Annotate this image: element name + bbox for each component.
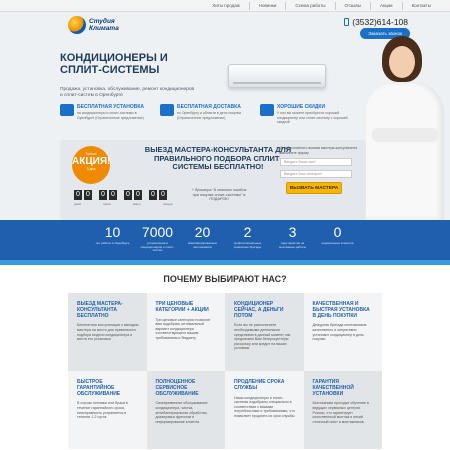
hero-section: Студия Климата (3532)614-108 Заказать зв… [0,12,450,220]
phone-field[interactable]: Введите Ваш телефон* [280,170,352,178]
section-title: ПОЧЕМУ ВЫБИРАЮТ НАС? [163,274,287,284]
bonus-text: + брошюра "8 опасных ошибок при покупке … [191,188,247,201]
reason-card: КАЧЕСТВЕННАЯ И БЫСТРАЯ УСТАНОВКА В ДЕНЬ … [303,293,382,371]
logo[interactable]: Студия Климата [68,16,119,34]
percent-icon [260,104,274,116]
logo-text: Студия Климата [89,18,119,32]
nav-link-contacts[interactable]: Контакты [403,2,440,10]
nav-link-promotions[interactable]: Акции [371,1,403,10]
stats-divider [0,260,450,265]
reason-card: ПОЛНОЦЕННОЕ СЕРВИСНОЕ ОБСЛУЖИВАНИЕ Своевр… [146,371,225,449]
stat-item: 0 недовольных клиентов [321,224,354,245]
callback-form: Для бесплатного вызова мастера-консульта… [280,146,362,194]
drill-icon [60,104,74,116]
logo-icon [68,16,86,34]
features-row: БЕСПЛАТНАЯ УСТАНОВКА на кондиционеры и с… [60,104,352,125]
consultant-photo [360,32,450,220]
reason-card: ТРИ ЦЕНОВЫЕ КАТЕГОРИИ + АКЦИИ Три ценовые… [146,293,225,371]
phone-number[interactable]: (3532)614-108 [352,17,408,27]
countdown-timer: 0 0 0 0 0 0 0 0 [74,190,167,200]
offer-title: ВЫЕЗД МАСТЕРА-КОНСУЛЬТАНТА ДЛЯ ПРАВИЛЬНО… [144,145,292,171]
stat-item: 3 года гарантии на монтажные работы [279,224,306,249]
nav-link-bestsellers[interactable]: Хиты продаж [203,1,250,10]
reason-card: ПРОДЛЕНИЕ СРОКА СЛУЖБЫ Наши кондиционеры … [225,371,304,449]
stat-item: 7000 установленных кондиционеров и сплит-… [140,224,175,253]
nav-link-workflow[interactable]: Схема работы [286,1,336,10]
offer-panel: Только АКЦИЯ! 3 дня ВЫЕЗД МАСТЕРА-КОНСУЛ… [60,140,366,220]
name-field[interactable]: Введите Ваше имя* [280,158,352,166]
feature-free-installation: БЕСПЛАТНАЯ УСТАНОВКА на кондиционеры и с… [60,104,152,125]
timer-labels: дней часов минут секунд [74,202,173,206]
nav-link-reviews[interactable]: Отзывы [336,1,371,10]
air-conditioner-image [228,64,326,88]
reasons-grid: ВЫЕЗД МАСТЕРА-КОНСУЛЬТАНТА БЕСПЛАТНО Бесп… [68,293,382,449]
call-master-button[interactable]: ВЫЗВАТЬ МАСТЕРА [286,182,342,194]
phone-icon [344,18,350,26]
form-hint: Для бесплатного вызова мастера-консульта… [280,146,358,155]
stat-item: 20 квалифицированных монтажников [187,224,218,249]
stat-item: 2 профессиональные сервисные бригады [233,224,262,249]
ac-vent [233,82,321,84]
stat-item: 10 лет работы в Оренбурге [95,224,130,245]
reason-card: ГАРАНТИЯ КАЧЕСТВЕННОЙ УСТАНОВКИ Монтажник… [303,371,382,449]
truck-icon [160,104,174,116]
promo-badge: Только АКЦИЯ! 3 дня [72,146,110,184]
feature-discounts: ХОРОШИЕ СКИДКИ У нас вы можете приобрест… [260,104,352,125]
feature-free-delivery: БЕСПЛАТНАЯ ДОСТАВКА по Оренбургу и облас… [160,104,252,125]
top-navigation: Хиты продаж Новинки Схема работы Отзывы … [0,0,450,12]
page-subtitle: Продажа, установка, обслуживание, ремонт… [60,87,195,98]
reason-card: КОНДИЦИОНЕР СЕЙЧАС, А ДЕНЬГИ ПОТОМ Если в… [225,293,304,371]
phone-contact: (3532)614-108 [344,17,408,27]
nav-link-new[interactable]: Новинки [250,1,287,10]
reason-card: ВЫЕЗД МАСТЕРА-КОНСУЛЬТАНТА БЕСПЛАТНО Бесп… [68,293,147,371]
reason-card: БЫСТРОЕ ГАРАНТИЙНОЕ ОБСЛУЖИВАНИЕ В случае… [68,371,147,449]
page-title: КОНДИЦИОНЕРЫ И СПЛИТ-СИСТЕМЫ [60,52,168,76]
stats-bar: 10 лет работы в Оренбурге 7000 установленн… [0,220,450,260]
